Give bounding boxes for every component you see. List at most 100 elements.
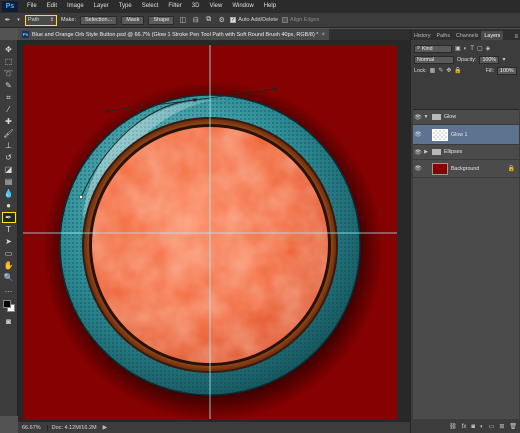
pen-handle-point[interactable] [105,109,109,113]
menu-layer[interactable]: Layer [89,0,114,13]
menu-help[interactable]: Help [259,0,281,13]
type-tool-icon[interactable]: T [2,224,16,235]
filter-adjust-icon[interactable]: ◐ [464,46,468,52]
filter-pixel-icon[interactable]: ▣ [455,45,461,52]
opacity-input[interactable]: 100% [479,55,500,64]
fill-input[interactable]: 100% [497,66,517,75]
align-edges-label: Align Edges [290,17,320,23]
menu-edit[interactable]: Edit [42,0,62,13]
expand-down-icon[interactable]: ▼ [423,114,429,120]
path-arrangement-icon[interactable]: ⧉ [204,16,213,25]
filter-shape-icon[interactable]: ▢ [477,45,483,52]
menu-type[interactable]: Type [114,0,137,13]
menu-select[interactable]: Select [137,0,164,13]
brush-tool-icon[interactable]: 🖌 [2,128,16,139]
expand-right-icon[interactable]: ▶ [423,149,429,155]
gradient-tool-icon[interactable]: ▤ [2,176,16,187]
align-edges-checkbox[interactable] [282,17,289,23]
pen-anchor-point[interactable] [193,98,197,102]
eye-icon[interactable]: 👁 [413,131,423,138]
blur-tool-icon[interactable]: 💧 [2,188,16,199]
tab-history[interactable]: History [411,31,433,40]
auto-add-delete-option[interactable]: ✓ Auto Add/Delete [230,17,278,23]
path-operations-icon[interactable]: ◫ [178,16,187,25]
quick-mask-icon[interactable]: ◙ [2,316,16,327]
menu-window[interactable]: Window [227,0,258,13]
menu-image[interactable]: Image [62,0,89,13]
eyedropper-tool-icon[interactable]: ⁄ [2,104,16,115]
document-canvas[interactable] [23,45,397,419]
add-mask-icon[interactable]: ◙ [471,424,475,430]
pen-tool-preset-icon[interactable]: ✒ [3,16,12,25]
layer-thumbnail [432,128,448,141]
menu-filter[interactable]: Filter [163,0,186,13]
eraser-tool-icon[interactable]: ◪ [2,164,16,175]
lasso-tool-icon[interactable]: ➰ [2,68,16,79]
new-group-icon[interactable]: ▭ [489,423,495,430]
layer-style-icon[interactable]: fx [462,424,467,430]
filter-smart-icon[interactable]: ◈ [486,45,491,52]
layer-row-glow[interactable]: 👁 ▼ Glow [413,110,519,125]
panel-menu-icon[interactable]: ≡ [514,34,518,40]
layer-kind-filter[interactable]: ⌕ Kind [414,44,452,53]
gear-icon[interactable]: ⚙ [217,16,226,25]
auto-add-delete-checkbox[interactable]: ✓ [230,17,237,23]
toolbox: ✥ ⬚ ➰ ✎ ⌗ ⁄ ✚ 🖌 ⊥ ↺ ◪ ▤ 💧 ● ✒ T ➤ ▭ ✋ 🔍 … [0,40,18,416]
path-selection-tool-icon[interactable]: ➤ [2,236,16,247]
quick-select-tool-icon[interactable]: ✎ [2,80,16,91]
menu-view[interactable]: View [204,0,227,13]
adjustment-layer-icon[interactable]: ◐ [480,424,484,430]
make-selection-button[interactable]: Selection... [79,15,118,25]
tool-mode-select[interactable]: Path ⇕ [25,14,57,26]
chevron-down-icon[interactable]: ▾ [16,16,21,25]
pen-handle-point-2[interactable] [273,87,277,91]
tab-channels[interactable]: Channels [453,31,481,40]
extra-tools-icon[interactable]: … [2,284,16,295]
zoom-tool-icon[interactable]: 🔍 [2,272,16,283]
document-tab[interactable]: Ps Blue and Orange Orb Style Button.psd … [18,29,329,40]
healing-brush-tool-icon[interactable]: ✚ [2,116,16,127]
eye-icon[interactable]: 👁 [413,149,423,156]
filter-type-icon[interactable]: T [470,46,474,52]
eye-icon[interactable]: 👁 [413,165,423,172]
blend-mode-select[interactable]: Normal [414,55,454,64]
status-arrow-icon[interactable]: ▶ [103,424,108,431]
align-edges-option[interactable]: Align Edges [282,17,319,23]
clone-stamp-tool-icon[interactable]: ⊥ [2,140,16,151]
close-icon[interactable]: × [321,32,325,38]
lock-all-icon[interactable]: 🔒 [454,67,461,74]
lock-pixels-icon[interactable]: ✎ [438,67,443,74]
trash-icon[interactable]: 🗑 [509,423,517,430]
new-layer-icon[interactable]: ⊞ [499,423,504,430]
color-swatches[interactable] [2,299,16,315]
hand-tool-icon[interactable]: ✋ [2,260,16,271]
link-layers-icon[interactable]: ⛓ [449,423,457,430]
layer-row-glow-1[interactable]: 👁 Glow 1 [413,125,519,145]
canvas-workspace[interactable] [18,40,410,421]
make-shape-button[interactable]: Shape [148,15,175,25]
lock-position-icon[interactable]: ✥ [446,67,451,74]
zoom-level[interactable]: 66.67% [22,425,41,431]
move-tool-icon[interactable]: ✥ [2,44,16,55]
crop-tool-icon[interactable]: ⌗ [2,92,16,103]
tab-paths[interactable]: Paths [433,31,453,40]
history-brush-tool-icon[interactable]: ↺ [2,152,16,163]
shape-tool-icon[interactable]: ▭ [2,248,16,259]
menu-3d[interactable]: 3D [187,0,205,13]
dodge-tool-icon[interactable]: ● [2,200,16,211]
layer-row-ellipses[interactable]: 👁 ▶ Ellipses [413,145,519,160]
lock-transparent-icon[interactable]: ▦ [430,67,436,74]
chevron-down-icon[interactable]: ▾ [502,56,505,63]
pen-tool-icon[interactable]: ✒ [1,212,16,223]
eye-icon[interactable]: 👁 [413,114,423,121]
make-mask-button[interactable]: Mask [121,15,145,25]
layer-row-background[interactable]: 👁 Background 🔒 [413,160,519,178]
marquee-tool-icon[interactable]: ⬚ [2,56,16,67]
menu-file[interactable]: File [22,0,42,13]
path-alignment-icon[interactable]: ⊟ [191,16,200,25]
fill-value: 100% [500,67,514,74]
tool-mode-value: Path [28,17,40,23]
pen-start-anchor[interactable] [79,195,83,199]
tab-layers[interactable]: Layers [481,31,504,40]
foreground-color-swatch[interactable] [2,300,11,308]
